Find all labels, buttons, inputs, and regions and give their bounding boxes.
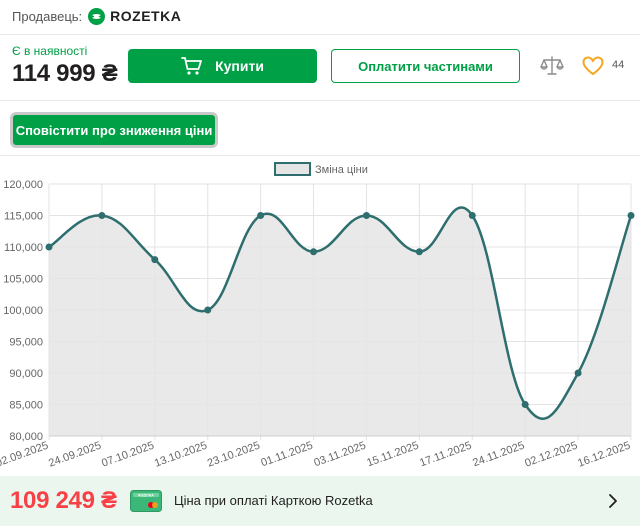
chevron-right-icon[interactable] bbox=[606, 493, 620, 509]
data-point bbox=[257, 212, 265, 219]
data-point bbox=[627, 212, 635, 220]
seller-logo[interactable]: ROZETKA bbox=[88, 7, 182, 25]
card-icon: ROZETKA bbox=[130, 490, 162, 512]
y-tick-label: 90,000 bbox=[9, 368, 43, 380]
x-tick-label: 23.10.2025 bbox=[206, 440, 262, 470]
y-tick-label: 120,000 bbox=[3, 179, 43, 191]
card-price-text: Ціна при оплаті Карткою Rozetka bbox=[174, 493, 373, 508]
availability-status: Є в наявності bbox=[12, 44, 88, 58]
data-point bbox=[204, 306, 212, 314]
rozetka-smile-icon bbox=[88, 7, 106, 25]
seller-name: ROZETKA bbox=[110, 8, 182, 24]
data-point bbox=[45, 243, 53, 251]
data-point bbox=[362, 212, 370, 219]
data-point bbox=[310, 248, 318, 256]
x-tick-label: 16.12.2025 bbox=[576, 440, 632, 470]
heart-icon[interactable] bbox=[582, 56, 604, 76]
card-price-banner[interactable]: 109 249 ₴ ROZETKA Ціна при оплаті Картко… bbox=[0, 476, 640, 526]
card-price: 109 249 ₴ bbox=[10, 487, 117, 514]
y-tick-label: 105,000 bbox=[3, 274, 43, 286]
legend-label: Зміна ціни bbox=[315, 164, 368, 176]
x-tick-label: 02.12.2025 bbox=[523, 440, 579, 470]
data-point bbox=[468, 212, 476, 219]
scales-icon[interactable] bbox=[540, 55, 564, 77]
data-point bbox=[151, 256, 159, 264]
x-tick-label: 15.11.2025 bbox=[365, 440, 420, 470]
x-tick-label: 13.10.2025 bbox=[153, 440, 209, 470]
cart-icon bbox=[181, 56, 203, 76]
card-brand: ROZETKA bbox=[138, 493, 154, 497]
y-tick-label: 115,000 bbox=[4, 211, 43, 223]
x-tick-label: 03.11.2025 bbox=[312, 440, 367, 470]
buy-button[interactable]: Купити bbox=[128, 49, 317, 83]
favorites-count: 44 bbox=[612, 59, 625, 71]
notify-price-drop-button[interactable]: Сповістити про зниження ціни bbox=[10, 112, 218, 148]
buy-button-label: Купити bbox=[215, 58, 264, 74]
price-history-chart: 120,000 115,000 110,000 105,000 100,000 95,00… bbox=[0, 162, 635, 470]
y-tick-label: 85,000 bbox=[9, 400, 43, 412]
product-price: 114 999 ₴ bbox=[12, 60, 118, 87]
y-tick-label: 100,000 bbox=[3, 305, 43, 317]
x-tick-label: 02.09.2025 bbox=[0, 440, 50, 470]
notify-panel: Сповістити про зниження ціни bbox=[0, 100, 640, 156]
x-tick-label: 01.11.2025 bbox=[259, 440, 314, 470]
x-tick-label: 24.09.2025 bbox=[47, 440, 103, 470]
seller-info: Продавець: ROZETKA bbox=[12, 6, 181, 26]
divider bbox=[0, 34, 640, 35]
y-tick-label: 95,000 bbox=[9, 337, 43, 349]
y-tick-label: 110,000 bbox=[4, 242, 43, 254]
y-tick-label: 80,000 bbox=[9, 431, 43, 443]
data-point bbox=[415, 248, 423, 256]
legend-swatch bbox=[274, 162, 311, 176]
pay-installments-label: Оплатити частинами bbox=[358, 58, 493, 74]
x-tick-label: 17.11.2025 bbox=[418, 440, 473, 470]
data-point bbox=[521, 401, 529, 408]
x-tick-label: 07.10.2025 bbox=[100, 440, 156, 470]
pay-installments-button[interactable]: Оплатити частинами bbox=[331, 49, 520, 83]
data-point bbox=[98, 212, 106, 219]
x-tick-label: 24.11.2025 bbox=[471, 440, 526, 470]
data-point bbox=[574, 369, 582, 377]
seller-label: Продавець: bbox=[12, 8, 83, 24]
